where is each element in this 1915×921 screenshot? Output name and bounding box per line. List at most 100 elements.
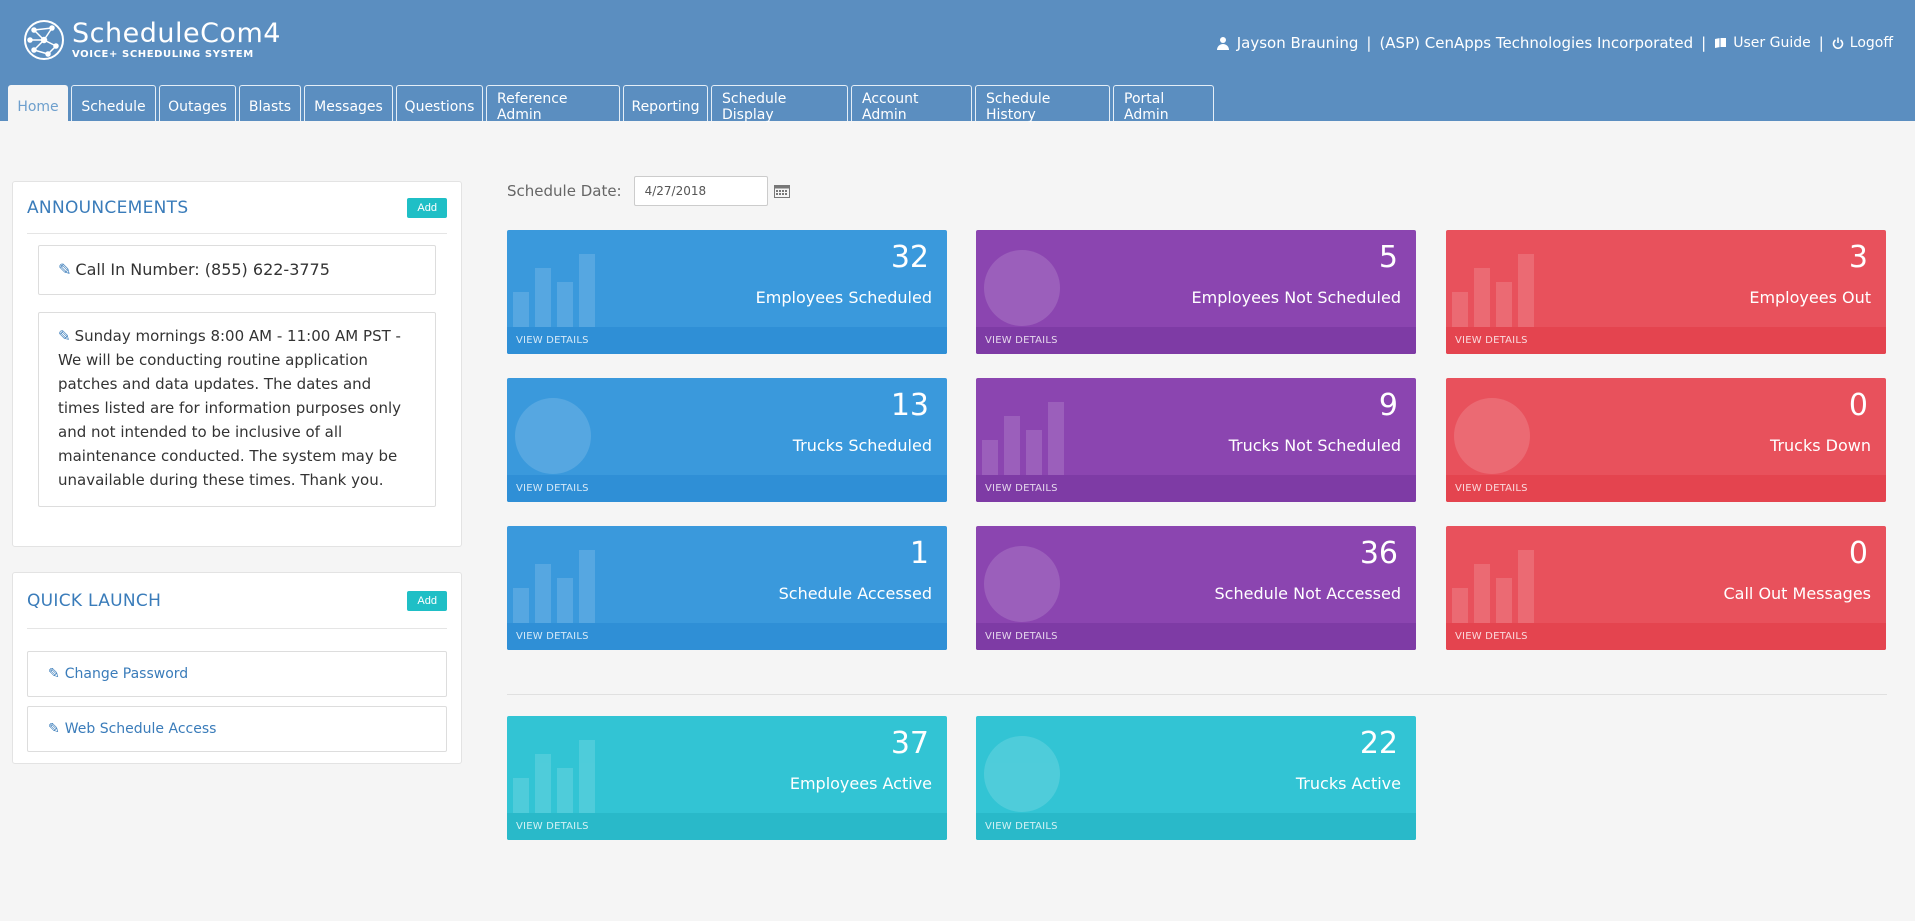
view-details-link[interactable]: VIEW DETAILS — [1446, 475, 1886, 502]
tile-value: 3 — [1848, 240, 1868, 275]
schedule-accessed-tile[interactable]: 1 Schedule Accessed VIEW DETAILS — [507, 526, 947, 650]
user-icon — [1216, 36, 1229, 50]
tab-portal-admin[interactable]: Portal Admin — [1113, 85, 1214, 123]
user-guide-link[interactable]: User Guide — [1714, 35, 1811, 51]
tab-account-admin[interactable]: Account Admin — [851, 85, 972, 123]
quick-launch-label: Web Schedule Access — [64, 721, 217, 737]
tile-label: Employees Active — [789, 774, 932, 793]
employees-not-scheduled-tile[interactable]: 5 Employees Not Scheduled VIEW DETAILS — [976, 230, 1416, 354]
separator: | — [1818, 34, 1824, 52]
tile-value: 36 — [1359, 536, 1398, 571]
view-details-link[interactable]: VIEW DETAILS — [507, 475, 947, 502]
schedule-not-accessed-tile[interactable]: 36 Schedule Not Accessed VIEW DETAILS — [976, 526, 1416, 650]
tab-messages[interactable]: Messages — [304, 85, 393, 121]
employees-out-tile[interactable]: 3 Employees Out VIEW DETAILS — [1446, 230, 1886, 354]
announcement-item: ✎ Call In Number: (855) 622-3775 — [38, 245, 436, 295]
logo[interactable]: ScheduleCom4 VOICE+ SCHEDULING SYSTEM — [22, 18, 281, 62]
trucks-down-tile[interactable]: 0 Trucks Down VIEW DETAILS — [1446, 378, 1886, 502]
add-announcement-button[interactable]: Add — [407, 197, 447, 218]
power-icon — [1832, 37, 1843, 49]
edit-icon[interactable]: ✎ — [58, 260, 71, 279]
trucks-not-scheduled-tile[interactable]: 9 Trucks Not Scheduled VIEW DETAILS — [976, 378, 1416, 502]
view-details-link[interactable]: VIEW DETAILS — [507, 623, 947, 650]
quick-launch-header: QUICK LAUNCH Add — [27, 573, 447, 629]
company-name: (ASP) CenApps Technologies Incorporated — [1379, 34, 1694, 52]
tile-label: Trucks Active — [1295, 774, 1401, 793]
quick-launch-web-schedule[interactable]: ✎ Web Schedule Access — [27, 706, 447, 752]
bar-chart-icon — [513, 254, 595, 328]
view-details-link[interactable]: VIEW DETAILS — [507, 813, 947, 840]
tile-value: 0 — [1848, 536, 1868, 571]
announcements-header: ANNOUNCEMENTS Add — [27, 182, 447, 234]
announcement-text: Call In Number: (855) 622-3775 — [75, 260, 330, 279]
app-tagline: VOICE+ SCHEDULING SYSTEM — [72, 49, 254, 60]
tab-schedule-display[interactable]: Schedule Display — [711, 85, 848, 123]
view-details-link[interactable]: VIEW DETAILS — [976, 623, 1416, 650]
user-guide-label: User Guide — [1733, 35, 1811, 51]
tile-value: 13 — [890, 388, 929, 423]
employees-active-tile[interactable]: 37 Employees Active VIEW DETAILS — [507, 716, 947, 840]
globe-icon — [984, 250, 1060, 326]
trucks-active-tile[interactable]: 22 Trucks Active VIEW DETAILS — [976, 716, 1416, 840]
header: ScheduleCom4 VOICE+ SCHEDULING SYSTEM Ja… — [0, 0, 1915, 123]
edit-icon[interactable]: ✎ — [58, 327, 71, 345]
tile-value: 32 — [890, 240, 929, 275]
bar-chart-icon — [982, 402, 1064, 476]
tile-value: 1 — [909, 536, 929, 571]
logoff-label: Logoff — [1849, 35, 1893, 51]
tab-schedule[interactable]: Schedule — [71, 85, 156, 121]
announcement-text: Sunday mornings 8:00 AM - 11:00 AM PST -… — [58, 327, 402, 489]
announcement-item: ✎ Sunday mornings 8:00 AM - 11:00 AM PST … — [38, 312, 436, 507]
quick-launch-panel: QUICK LAUNCH Add ✎ Change Password ✎ Web S… — [12, 572, 462, 764]
schedule-date-label: Schedule Date: — [507, 182, 622, 200]
tile-value: 37 — [890, 726, 929, 761]
tab-reporting[interactable]: Reporting — [623, 85, 708, 121]
schedule-date-row: Schedule Date: — [507, 176, 790, 206]
tab-questions[interactable]: Questions — [396, 85, 483, 121]
announcements-title: ANNOUNCEMENTS — [27, 197, 189, 218]
logoff-link[interactable]: Logoff — [1832, 35, 1893, 51]
tile-value: 22 — [1359, 726, 1398, 761]
calendar-icon[interactable] — [773, 184, 790, 198]
announcements-panel: ANNOUNCEMENTS Add ✎ Call In Number: (855)… — [12, 181, 462, 547]
main-tabs: Home Schedule Outages Blasts Messages Qu… — [8, 84, 1217, 123]
view-details-link[interactable]: VIEW DETAILS — [976, 475, 1416, 502]
schedule-date-input[interactable] — [633, 176, 768, 206]
tab-schedule-history[interactable]: Schedule History — [975, 85, 1110, 123]
edit-icon: ✎ — [48, 721, 60, 737]
tile-label: Trucks Scheduled — [792, 436, 932, 455]
globe-icon — [1454, 398, 1530, 474]
user-area: Jayson Brauning | (ASP) CenApps Technolo… — [1216, 34, 1893, 52]
view-details-link[interactable]: VIEW DETAILS — [976, 327, 1416, 354]
separator: | — [1701, 34, 1707, 52]
tab-home[interactable]: Home — [8, 85, 68, 121]
add-quick-launch-button[interactable]: Add — [407, 590, 447, 611]
tile-value: 0 — [1848, 388, 1868, 423]
quick-launch-change-password[interactable]: ✎ Change Password — [27, 651, 447, 697]
app-name: ScheduleCom4 — [72, 18, 281, 49]
employees-scheduled-tile[interactable]: 32 Employees Scheduled VIEW DETAILS — [507, 230, 947, 354]
tile-label: Schedule Not Accessed — [1214, 584, 1402, 603]
trucks-scheduled-tile[interactable]: 13 Trucks Scheduled VIEW DETAILS — [507, 378, 947, 502]
globe-icon — [984, 546, 1060, 622]
tile-label: Employees Out — [1749, 288, 1871, 307]
bar-chart-icon — [513, 550, 595, 624]
bar-chart-icon — [1452, 550, 1534, 624]
tab-reference-admin[interactable]: Reference Admin — [486, 85, 620, 123]
separator: | — [1366, 34, 1372, 52]
bar-chart-icon — [513, 740, 595, 814]
tab-outages[interactable]: Outages — [159, 85, 236, 121]
divider — [507, 694, 1887, 695]
view-details-link[interactable]: VIEW DETAILS — [1446, 327, 1886, 354]
view-details-link[interactable]: VIEW DETAILS — [976, 813, 1416, 840]
view-details-link[interactable]: VIEW DETAILS — [507, 327, 947, 354]
view-details-link[interactable]: VIEW DETAILS — [1446, 623, 1886, 650]
book-icon — [1715, 38, 1727, 48]
tile-label: Trucks Down — [1770, 436, 1871, 455]
quick-launch-title: QUICK LAUNCH — [27, 590, 162, 611]
tile-value: 5 — [1378, 240, 1398, 275]
tile-value: 9 — [1378, 388, 1398, 423]
tile-label: Employees Scheduled — [755, 288, 932, 307]
call-out-messages-tile[interactable]: 0 Call Out Messages VIEW DETAILS — [1446, 526, 1886, 650]
tab-blasts[interactable]: Blasts — [239, 85, 301, 121]
